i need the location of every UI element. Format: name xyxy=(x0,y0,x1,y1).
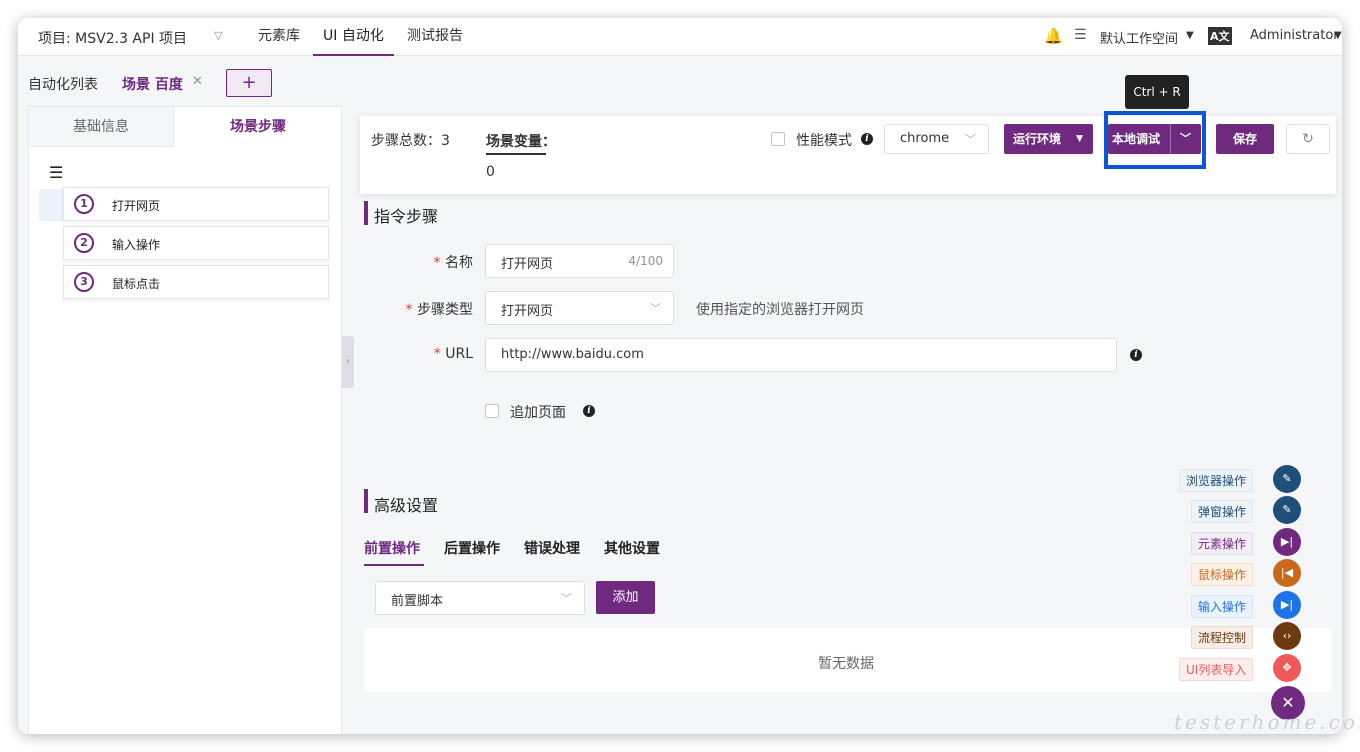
highlight-box xyxy=(1104,111,1206,169)
watermark: testerhome.com xyxy=(1174,710,1360,734)
fab-label-flow-control[interactable]: 流程控制 xyxy=(1191,626,1254,649)
chevron-down-icon: ﹀ xyxy=(965,133,976,146)
info-icon[interactable]: i xyxy=(583,405,595,417)
save-button[interactable]: 保存 xyxy=(1216,124,1274,154)
close-icon[interactable]: ✕ xyxy=(192,74,203,89)
project-selector[interactable]: 项目: MSV2.3 API 项目 xyxy=(38,28,187,48)
caret-down-icon[interactable]: ▼ xyxy=(1186,30,1194,41)
info-icon[interactable]: i xyxy=(861,133,873,145)
tab-scene-baidu[interactable]: 场景 百度 xyxy=(122,74,183,94)
bell-icon[interactable]: 🔔 xyxy=(1044,27,1063,45)
name-label: * 名称 xyxy=(433,255,473,271)
browser-select-value: chrome xyxy=(900,131,950,146)
section-accent-bar xyxy=(364,201,368,225)
append-page-checkbox[interactable] xyxy=(485,404,499,418)
name-input[interactable]: 打开网页 4/100 xyxy=(485,244,674,278)
section-accent-bar xyxy=(364,489,368,513)
app-window: 项目: MSV2.3 API 项目 ▽ 元素库 UI 自动化 测试报告 🔔 ☰ … xyxy=(18,18,1342,734)
step-number: 3 xyxy=(74,272,94,292)
add-button[interactable]: 添加 xyxy=(596,581,655,614)
pen-icon[interactable]: ✎ xyxy=(1273,465,1301,493)
chevron-down-icon[interactable]: ▽ xyxy=(214,29,222,42)
scene-variable-value: 0 xyxy=(486,164,495,180)
fab-label-dialog-actions[interactable]: 弹窗操作 xyxy=(1191,500,1254,523)
chevron-down-icon: ﹀ xyxy=(561,592,572,605)
list-icon[interactable]: ☰ xyxy=(1074,27,1087,43)
fab-label-input-actions[interactable]: 输入操作 xyxy=(1191,595,1254,618)
nav-ui-automation[interactable]: UI 自动化 xyxy=(313,18,394,56)
step-type-hint: 使用指定的浏览器打开网页 xyxy=(696,302,864,318)
collapse-panel-handle[interactable]: ‹ xyxy=(342,336,354,388)
fab-label-element-actions[interactable]: 元素操作 xyxy=(1191,532,1254,555)
fab-label-ui-list-import[interactable]: UI列表导入 xyxy=(1179,658,1254,681)
step-item[interactable]: 3 鼠标点击 xyxy=(63,265,329,299)
step-label: 打开网页 xyxy=(112,199,161,213)
run-environment-button[interactable]: 运行环境 ▼ xyxy=(1004,124,1093,154)
perf-mode-checkbox[interactable] xyxy=(771,132,785,146)
language-icon[interactable]: A文 xyxy=(1208,27,1232,45)
perf-mode-label: 性能模式 xyxy=(796,133,852,149)
tab-post-actions[interactable]: 后置操作 xyxy=(444,538,500,558)
caret-down-icon[interactable]: ▼ xyxy=(1334,30,1342,41)
steps-total: 步骤总数：3 xyxy=(371,133,450,149)
section-title-advanced: 高级设置 xyxy=(374,496,439,515)
chevron-down-icon: ﹀ xyxy=(650,302,661,315)
add-tab-button[interactable]: + xyxy=(226,69,272,97)
tab-error-handling[interactable]: 错误处理 xyxy=(524,538,580,558)
url-input-value: http://www.baidu.com xyxy=(501,347,644,362)
shortcut-tooltip: Ctrl + R xyxy=(1125,75,1189,109)
next-icon[interactable]: ▶| xyxy=(1273,528,1301,556)
step-number: 1 xyxy=(74,194,94,214)
step-item[interactable]: 1 打开网页 xyxy=(63,187,329,221)
user-menu[interactable]: Administrator xyxy=(1250,28,1339,43)
move-icon[interactable]: ✥ xyxy=(1273,654,1301,682)
step-type-label: * 步骤类型 xyxy=(405,302,473,318)
scene-variable-underline xyxy=(486,153,546,155)
prev-icon[interactable]: |◀ xyxy=(1273,559,1301,587)
url-label: * URL xyxy=(433,346,473,362)
left-panel: 基础信息 场景步骤 ☰ 1 打开网页 2 输入操作 3 鼠标点击 xyxy=(28,106,342,734)
step-selection-highlight xyxy=(39,189,63,221)
step-label: 输入操作 xyxy=(112,238,161,252)
next-icon[interactable]: ▶| xyxy=(1273,591,1301,619)
url-input[interactable]: http://www.baidu.com xyxy=(485,338,1117,372)
tab-pre-actions[interactable]: 前置操作 xyxy=(364,538,420,558)
browser-select[interactable]: chrome ﹀ xyxy=(884,124,989,154)
tab-other-settings[interactable]: 其他设置 xyxy=(604,538,660,558)
section-title-instruction: 指令步骤 xyxy=(374,207,439,226)
fab-label-mouse-actions[interactable]: 鼠标操作 xyxy=(1191,563,1254,586)
pen-icon[interactable]: ✎ xyxy=(1273,496,1301,524)
name-char-count: 4/100 xyxy=(628,254,663,268)
tab-automation-list[interactable]: 自动化列表 xyxy=(28,74,98,94)
workspace-selector[interactable]: 默认工作空间 xyxy=(1100,28,1178,47)
append-page-label: 追加页面 xyxy=(510,405,566,421)
scene-variable-label[interactable]: 场景变量： xyxy=(486,131,556,151)
fab-label-browser-actions[interactable]: 浏览器操作 xyxy=(1179,469,1254,492)
active-tab-underline xyxy=(364,564,424,566)
nav-element-library[interactable]: 元素库 xyxy=(258,18,300,56)
run-environment-label: 运行环境 xyxy=(1013,132,1062,146)
name-input-value: 打开网页 xyxy=(501,257,554,272)
hamburger-icon[interactable]: ☰ xyxy=(49,163,63,182)
info-icon[interactable]: i xyxy=(1130,349,1142,361)
step-label: 鼠标点击 xyxy=(112,277,161,291)
tab-scene-steps[interactable]: 场景步骤 xyxy=(174,107,342,147)
code-icon[interactable]: ‹› xyxy=(1273,622,1301,650)
tab-basic-info[interactable]: 基础信息 xyxy=(29,107,174,147)
refresh-button[interactable]: ↻ xyxy=(1286,124,1330,154)
refresh-icon: ↻ xyxy=(1302,131,1314,147)
empty-text: 暂无数据 xyxy=(818,656,874,672)
pre-script-select-value: 前置脚本 xyxy=(391,594,444,609)
nav-test-report[interactable]: 测试报告 xyxy=(407,18,463,56)
pre-script-select[interactable]: 前置脚本 ﹀ xyxy=(375,581,585,615)
step-type-select[interactable]: 打开网页 ﹀ xyxy=(485,291,674,325)
caret-down-icon: ▼ xyxy=(1076,134,1083,144)
step-item[interactable]: 2 输入操作 xyxy=(63,226,329,260)
step-number: 2 xyxy=(74,233,94,253)
top-header: 项目: MSV2.3 API 项目 ▽ 元素库 UI 自动化 测试报告 🔔 ☰ … xyxy=(18,18,1342,56)
step-type-value: 打开网页 xyxy=(501,304,554,319)
